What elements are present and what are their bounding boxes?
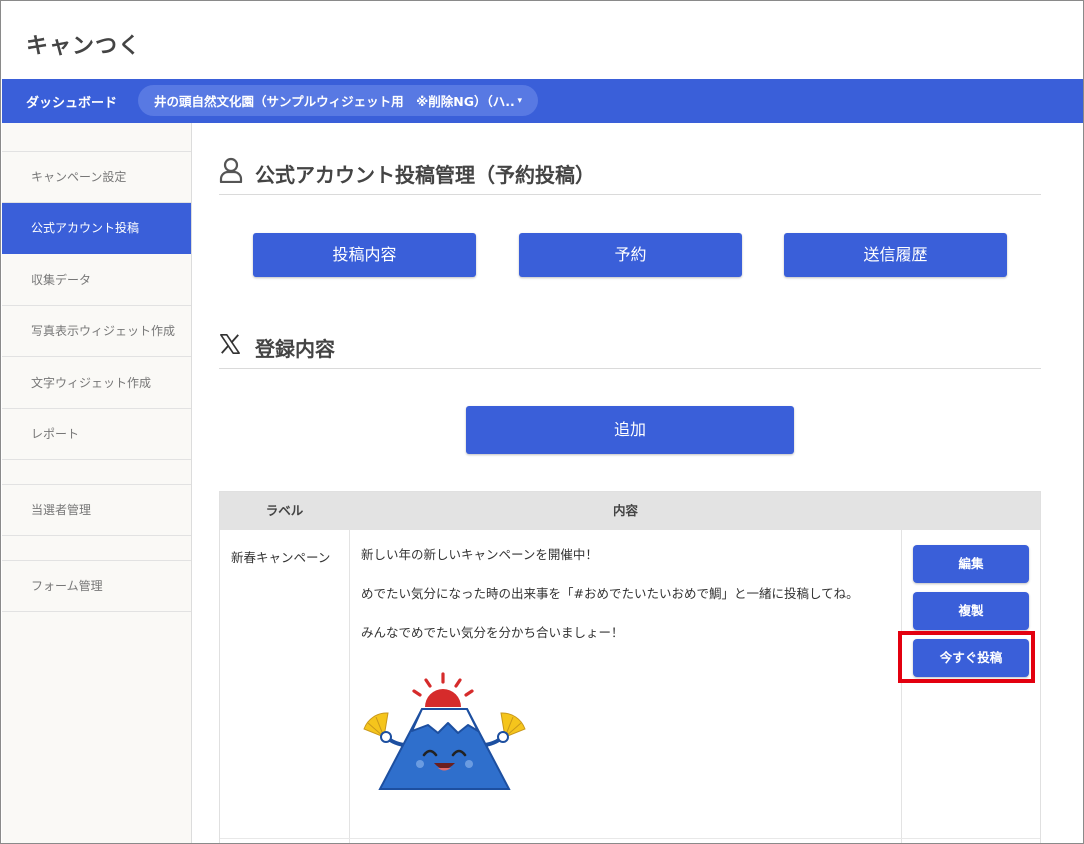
content-line: 新しい年の新しいキャンペーンを開催中！ [361, 547, 598, 562]
sidebar-item-collected-data[interactable]: 収集データ [2, 255, 191, 306]
column-divider [349, 492, 350, 843]
user-icon [219, 157, 243, 183]
chevron-down-icon: ▾ [517, 95, 522, 106]
sidebar-item-campaign-settings[interactable]: キャンペーン設定 [2, 152, 191, 203]
row-content: 新しい年の新しいキャンペーンを開催中！ めでたい気分になった時の出来事を「#おめ… [361, 547, 901, 664]
sidebar-item-official-account-post[interactable]: 公式アカウント投稿 [2, 203, 191, 254]
edit-button[interactable]: 編集 [913, 545, 1029, 583]
section-title: 登録内容 [255, 337, 335, 361]
table-header-label: ラベル [265, 503, 304, 518]
table-header-row: ラベル 内容 [220, 492, 1040, 530]
page-title: 公式アカウント投稿管理（予約投稿） [255, 163, 595, 187]
project-select[interactable]: 井の頭自然文化園（サンプルウィジェット用 ※削除NG）（ハ.. ▾ [138, 85, 538, 116]
section-header: 登録内容 [219, 325, 1041, 369]
table-header-content: 内容 [612, 503, 638, 518]
table-header-actions [902, 492, 1040, 530]
sidebar-item-winner-management[interactable]: 当選者管理 [2, 485, 191, 536]
sidebar-item-report[interactable]: レポート [2, 409, 191, 460]
tab-post-content[interactable]: 投稿内容 [253, 233, 476, 277]
page-header: 公式アカウント投稿管理（予約投稿） [219, 151, 1041, 195]
add-button[interactable]: 追加 [466, 406, 794, 454]
sidebar-item-photo-widget[interactable]: 写真表示ウィジェット作成 [2, 306, 191, 357]
app-window: キャンつく ダッシュボード 井の頭自然文化園（サンプルウィジェット用 ※削除NG… [0, 0, 1084, 844]
tab-send-history[interactable]: 送信履歴 [784, 233, 1007, 277]
content-line: めでたい気分になった時の出来事を「#おめでたいたいおめで鯛」と一緒に投稿してね。 [361, 586, 859, 601]
row-label: 新春キャンペーン [231, 550, 331, 565]
dashboard-link[interactable]: ダッシュボード [26, 92, 117, 111]
top-navbar: ダッシュボード 井の頭自然文化園（サンプルウィジェット用 ※削除NG）（ハ.. … [2, 79, 1083, 123]
sidebar-item-form-management[interactable]: フォーム管理 [2, 561, 191, 612]
content-line: みんなでめでたい気分を分かち合いましょー！ [361, 625, 624, 640]
sidebar: キャンペーン設定 公式アカウント投稿 収集データ 写真表示ウィジェット作成 文字… [2, 123, 192, 843]
main-content: 公式アカウント投稿管理（予約投稿） 投稿内容 予約 送信履歴 登録内容 追加 ラ… [192, 123, 1083, 843]
sidebar-item-text-widget[interactable]: 文字ウィジェット作成 [2, 358, 191, 409]
row-divider [220, 838, 1040, 839]
project-select-value: 井の頭自然文化園（サンプルウィジェット用 ※削除NG）（ハ.. [154, 94, 515, 109]
x-logo-icon [220, 334, 240, 354]
app-header: キャンつく [2, 2, 1083, 79]
highlight-box [898, 631, 1035, 683]
duplicate-button[interactable]: 複製 [913, 592, 1029, 630]
mount-fuji-mascot-illustration [363, 672, 526, 790]
tab-reservation[interactable]: 予約 [519, 233, 742, 277]
app-title: キャンつく [26, 34, 142, 59]
